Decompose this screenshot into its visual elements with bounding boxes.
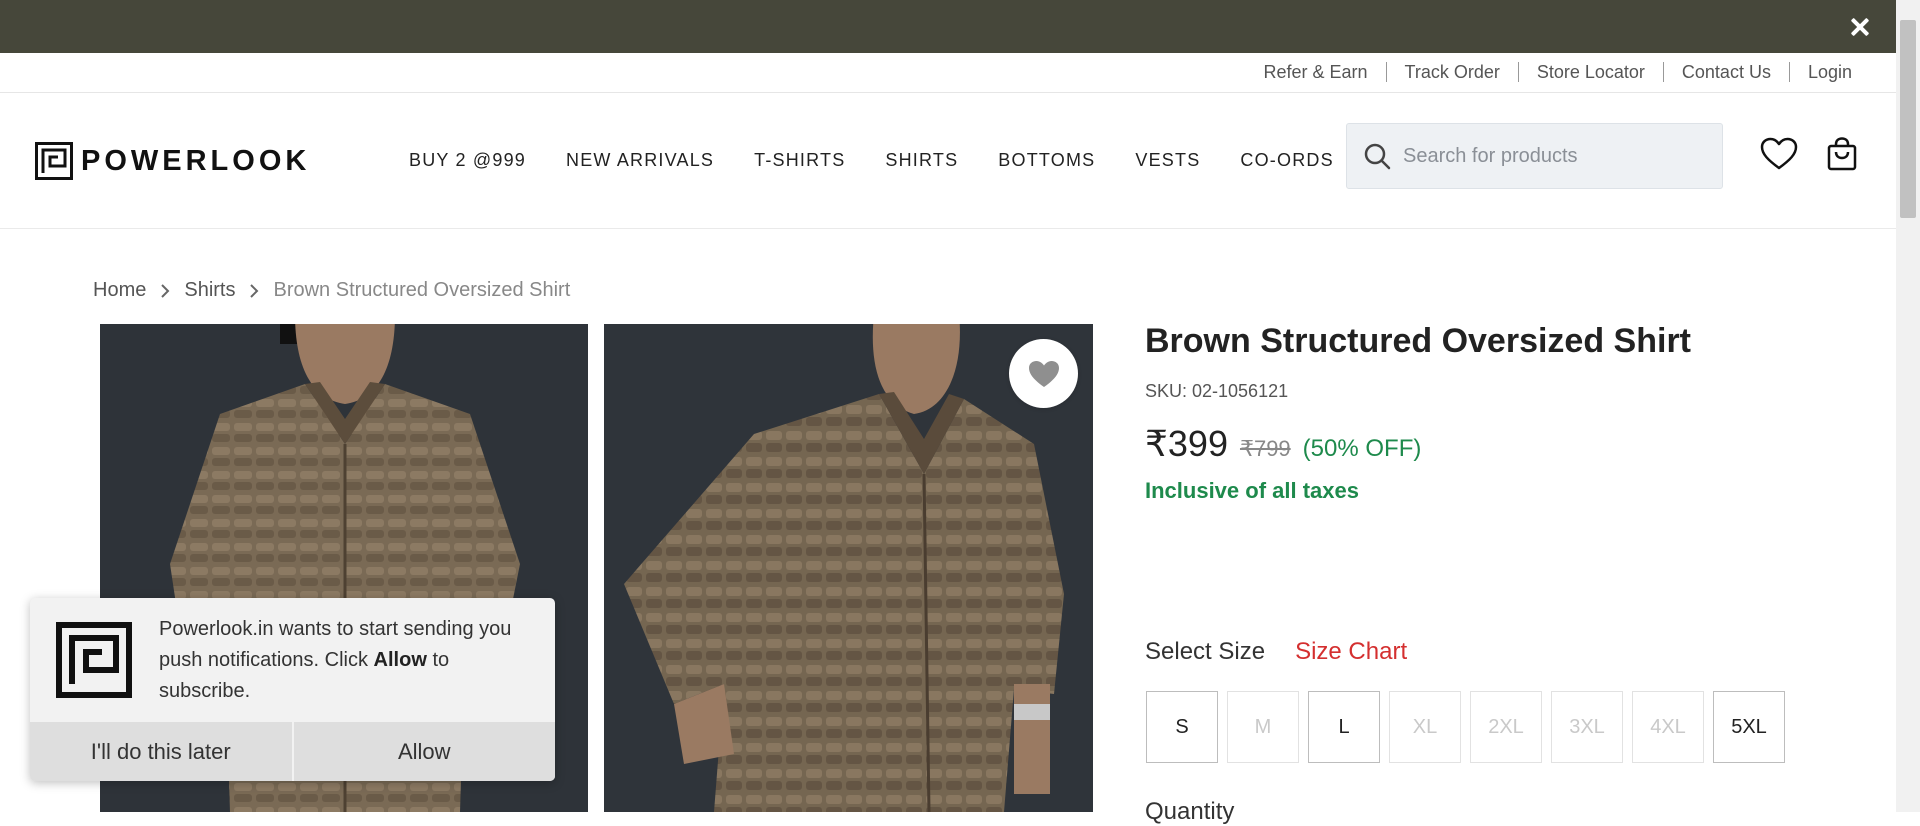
nav-buy-2-999[interactable]: BUY 2 @999	[409, 150, 526, 171]
nav-shirts[interactable]: SHIRTS	[885, 150, 958, 171]
notification-message: Powerlook.in wants to start sending you …	[159, 618, 512, 702]
size-option-xl[interactable]: XL	[1389, 691, 1461, 763]
product-title: Brown Structured Oversized Shirt	[1145, 322, 1691, 360]
size-header: Select Size Size Chart	[1145, 638, 1407, 666]
login-link[interactable]: Login	[1788, 62, 1852, 82]
size-option-l[interactable]: L	[1308, 691, 1380, 763]
quantity-label: Quantity	[1145, 798, 1235, 825]
contact-us-link[interactable]: Contact Us	[1662, 62, 1789, 82]
search-box[interactable]	[1346, 123, 1723, 189]
selling-price: ₹399	[1145, 423, 1228, 464]
tax-note: Inclusive of all taxes	[1145, 478, 1359, 503]
heart-icon[interactable]	[1760, 137, 1798, 171]
select-size-label: Select Size	[1145, 638, 1266, 665]
store-locator-link[interactable]: Store Locator	[1517, 62, 1663, 82]
nav-bottoms[interactable]: BOTTOMS	[998, 150, 1095, 171]
nav-new-arrivals[interactable]: NEW ARRIVALS	[566, 150, 714, 171]
size-option-2xl[interactable]: 2XL	[1470, 691, 1542, 763]
search-icon[interactable]	[1363, 142, 1391, 170]
size-options: S M L XL 2XL 3XL 4XL 5XL	[1146, 691, 1794, 763]
chevron-right-icon	[161, 283, 170, 298]
refer-earn-link[interactable]: Refer & Earn	[1245, 62, 1385, 82]
wishlist-button[interactable]	[1009, 339, 1078, 408]
nav-co-ords[interactable]: CO-ORDS	[1240, 150, 1333, 171]
announcement-bar	[0, 0, 1896, 53]
nav-vests[interactable]: VESTS	[1135, 150, 1200, 171]
breadcrumb: Home Shirts Brown Structured Oversized S…	[93, 279, 570, 302]
push-notification-prompt: Powerlook.in wants to start sending you …	[30, 598, 555, 781]
size-option-4xl[interactable]: 4XL	[1632, 691, 1704, 763]
logo[interactable]: POWERLOOK	[35, 142, 310, 180]
size-option-s[interactable]: S	[1146, 691, 1218, 763]
search-input[interactable]	[1403, 144, 1703, 168]
heart-icon	[1028, 360, 1059, 387]
close-icon[interactable]	[1846, 13, 1874, 41]
shopping-bag-icon[interactable]	[1827, 137, 1857, 171]
site-header: POWERLOOK BUY 2 @999 NEW ARRIVALS T-SHIR…	[0, 93, 1896, 229]
scrollbar-thumb[interactable]	[1900, 20, 1916, 218]
size-option-5xl[interactable]: 5XL	[1713, 691, 1785, 763]
breadcrumb-shirts[interactable]: Shirts	[184, 279, 235, 302]
product-sku: SKU: 02-1056121	[1145, 381, 1289, 401]
breadcrumb-current: Brown Structured Oversized Shirt	[273, 279, 571, 301]
do-later-button[interactable]: I'll do this later	[30, 722, 292, 781]
logo-text: POWERLOOK	[81, 144, 311, 177]
size-option-m[interactable]: M	[1227, 691, 1299, 763]
logo-mark-icon	[56, 622, 132, 698]
track-order-link[interactable]: Track Order	[1385, 62, 1518, 82]
breadcrumb-home[interactable]: Home	[93, 279, 146, 302]
size-chart-link[interactable]: Size Chart	[1295, 638, 1407, 666]
size-option-3xl[interactable]: 3XL	[1551, 691, 1623, 763]
price-row: ₹399 ₹799 (50% OFF)	[1145, 423, 1421, 465]
original-price: ₹799	[1239, 436, 1291, 461]
main-nav: BUY 2 @999 NEW ARRIVALS T-SHIRTS SHIRTS …	[409, 150, 1374, 171]
nav-t-shirts[interactable]: T-SHIRTS	[754, 150, 845, 171]
utility-bar: Refer & Earn Track Order Store Locator C…	[0, 53, 1896, 93]
chevron-right-icon	[250, 283, 259, 298]
notification-actions: I'll do this later Allow	[30, 722, 555, 781]
logo-mark-icon	[35, 142, 73, 180]
discount-badge: (50% OFF)	[1302, 435, 1422, 462]
allow-button[interactable]: Allow	[291, 722, 555, 781]
scrollbar[interactable]	[1896, 0, 1920, 812]
